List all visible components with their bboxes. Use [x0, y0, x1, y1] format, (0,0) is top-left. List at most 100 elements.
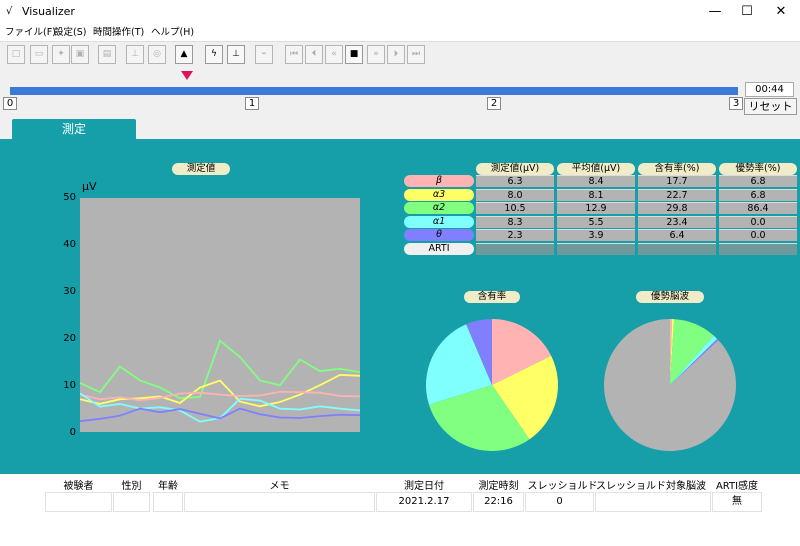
table-cell: 8.1	[557, 188, 635, 201]
bell-button[interactable]: ▲	[175, 45, 193, 64]
chart-button[interactable]: ⊥	[227, 45, 245, 64]
table-row-label: α1	[404, 215, 474, 228]
step-forward-button[interactable]: ⏵	[387, 45, 405, 64]
graph-unit: μV	[82, 180, 97, 193]
table-cell	[476, 243, 554, 255]
table-cell: 5.5	[557, 215, 635, 228]
print-button[interactable]: ▤	[98, 45, 116, 64]
y-tick-label: 50	[63, 192, 76, 203]
table-row-label: θ	[404, 229, 474, 242]
rewind-icon: «	[331, 49, 337, 59]
step-forward-icon: ⏵	[393, 49, 399, 59]
content-rate-pie	[426, 319, 558, 451]
table-cell: 0.0	[719, 229, 797, 242]
menu-time-control[interactable]: 時間操作(T)	[93, 26, 144, 39]
open-folder-button[interactable]: ▭	[30, 45, 48, 64]
skip-end-icon: ⏭	[411, 49, 421, 59]
table-cell	[638, 243, 716, 255]
content-rate-caption: 含有率	[464, 291, 520, 303]
timeline-tick-1: 1	[245, 97, 259, 110]
dominant-wave-pie	[604, 319, 736, 451]
menu-help[interactable]: ヘルプ(H)	[151, 26, 194, 39]
skip-start-button[interactable]: ⏮	[285, 45, 303, 64]
table-cell: 22.7	[638, 188, 716, 201]
menu-bar: ファイル(F) 設定(S) 時間操作(T) ヘルプ(H)	[0, 24, 800, 41]
measurement-line-chart	[80, 198, 360, 432]
threshold-wave-field[interactable]	[595, 492, 711, 512]
table-column-header: 含有率(%)	[638, 163, 716, 175]
chart-icon: ⊥	[232, 49, 240, 59]
seek-bar[interactable]	[10, 87, 738, 95]
upload-button[interactable]: ⊥	[126, 45, 144, 64]
y-tick-label: 20	[63, 333, 76, 344]
minimize-button[interactable]: —	[698, 0, 732, 24]
table-cell: 6.8	[719, 188, 797, 201]
table-column-header: 優勢率(%)	[719, 163, 797, 175]
arti-sensitivity-field[interactable]: 無	[712, 492, 762, 512]
save-button[interactable]: ▣	[71, 45, 89, 64]
seek-marker[interactable]	[181, 71, 193, 80]
maximize-button[interactable]: ☐	[730, 0, 764, 24]
table-row-label: β	[404, 175, 474, 187]
dominant-wave-caption: 優勢脳波	[636, 291, 704, 303]
y-tick-label: 10	[63, 380, 76, 391]
measure-time-field[interactable]: 22:16	[473, 492, 524, 512]
table-cell: 12.9	[557, 202, 635, 215]
stop-button[interactable]: ■	[345, 45, 363, 64]
reset-button[interactable]: リセット	[744, 98, 797, 115]
open-folder-icon: ▭	[34, 49, 44, 59]
table-column-header: 測定値(μV)	[476, 163, 554, 175]
bell-icon: ▲	[180, 49, 188, 59]
skip-start-icon: ⏮	[289, 49, 299, 59]
time-display: 00:44	[745, 82, 794, 97]
table-cell: 8.4	[557, 175, 635, 187]
skip-end-button[interactable]: ⏭	[407, 45, 425, 64]
brush-icon: ⌁	[261, 49, 267, 59]
table-column-header: 平均値(μV)	[557, 163, 635, 175]
fast-forward-icon: »	[373, 49, 379, 59]
fast-forward-button[interactable]: »	[367, 45, 385, 64]
lightning-icon: ϟ	[211, 49, 217, 59]
y-tick-label: 30	[63, 286, 76, 297]
table-cell: 29.8	[638, 202, 716, 215]
stop-icon: ■	[349, 49, 359, 59]
measure-date-field[interactable]: 2021.2.17	[376, 492, 472, 512]
table-cell: 23.4	[638, 215, 716, 228]
new-file-button[interactable]: □	[7, 45, 25, 64]
record-button[interactable]: ◎	[148, 45, 166, 64]
brush-button[interactable]: ⌁	[255, 45, 273, 64]
timeline-tick-3: 3	[729, 97, 743, 110]
timeline-tick-2: 2	[487, 97, 501, 110]
table-cell: 8.3	[476, 215, 554, 228]
table-cell	[719, 243, 797, 255]
close-button[interactable]: ✕	[764, 0, 798, 24]
y-tick-label: 40	[63, 239, 76, 250]
table-cell	[557, 243, 635, 255]
menu-settings[interactable]: 設定(S)	[54, 26, 86, 39]
subject-field[interactable]	[45, 492, 112, 512]
connect-button[interactable]: ✦	[52, 45, 70, 64]
rewind-button[interactable]: «	[325, 45, 343, 64]
record-icon: ◎	[153, 49, 161, 59]
connect-icon: ✦	[57, 49, 65, 59]
tab-measure[interactable]: 測定	[12, 119, 136, 140]
age-field[interactable]	[153, 492, 183, 512]
memo-field[interactable]	[184, 492, 375, 512]
timeline-tick-0: 0	[3, 97, 17, 110]
threshold-field[interactable]: 0	[525, 492, 594, 512]
menu-file[interactable]: ファイル(F)	[5, 26, 56, 39]
table-cell: 2.3	[476, 229, 554, 242]
table-cell: 0.0	[719, 215, 797, 228]
toolbar: □ ▭ ✦ ▣ ▤ ⊥ ◎ ▲ ϟ ⊥ ⌁ ⏮ ⏴ « ■ » ⏵ ⏭	[0, 41, 800, 67]
y-tick-label: 0	[69, 427, 76, 438]
gender-field[interactable]	[113, 492, 150, 512]
print-icon: ▤	[102, 49, 112, 59]
table-cell: 6.3	[476, 175, 554, 187]
graph-caption: 測定値	[172, 163, 230, 175]
table-row-label: α2	[404, 202, 474, 215]
step-back-button[interactable]: ⏴	[305, 45, 323, 64]
table-cell: 6.8	[719, 175, 797, 187]
table-cell: 10.5	[476, 202, 554, 215]
table-row-label: ARTI	[404, 243, 474, 255]
lightning-button[interactable]: ϟ	[205, 45, 223, 64]
